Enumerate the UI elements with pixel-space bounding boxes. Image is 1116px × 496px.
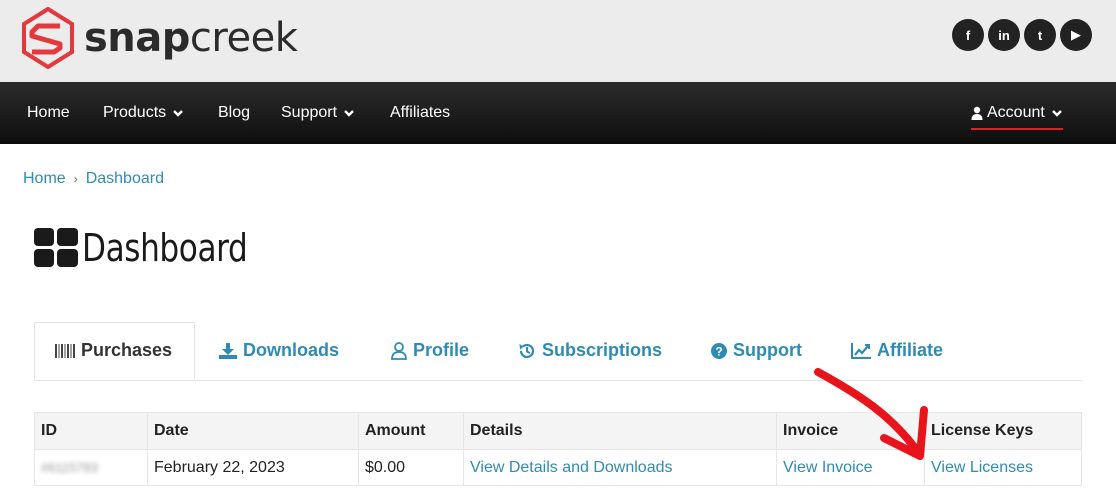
page-title-text: Dashboard <box>82 226 248 270</box>
site-header: snapcreek f in t ▶ <box>0 0 1116 82</box>
table-row: #6115783 February 22, 2023 $0.00 View De… <box>34 449 1082 486</box>
chevron-down-icon <box>173 110 183 117</box>
nav-support[interactable]: Support <box>281 82 355 144</box>
view-details-link[interactable]: View Details and Downloads <box>470 459 672 476</box>
snapcreek-logo[interactable]: snapcreek <box>20 6 298 70</box>
user-icon <box>971 106 983 120</box>
line-chart-icon <box>851 342 871 359</box>
tab-profile[interactable]: Profile <box>391 322 469 379</box>
breadcrumb-home[interactable]: Home <box>23 170 66 188</box>
tab-subscriptions[interactable]: Subscriptions <box>518 322 662 379</box>
twitter-icon[interactable]: t <box>1024 19 1056 51</box>
user-outline-icon <box>391 341 407 360</box>
column-header-invoice: Invoice <box>776 412 925 450</box>
barcode-icon <box>55 343 75 358</box>
column-header-details: Details <box>463 412 777 450</box>
nav-affiliates[interactable]: Affiliates <box>390 82 450 144</box>
breadcrumb-separator: › <box>73 172 78 186</box>
main-navigation: Home Products Blog Support Affiliates Ac… <box>0 82 1116 144</box>
social-links: f in t ▶ <box>952 19 1092 51</box>
column-header-id: ID <box>34 412 148 450</box>
question-circle-icon: ? <box>711 342 727 359</box>
view-licenses-link[interactable]: View Licenses <box>931 459 1033 476</box>
cell-details: View Details and Downloads <box>463 449 777 486</box>
view-invoice-link[interactable]: View Invoice <box>783 459 873 476</box>
nav-blog[interactable]: Blog <box>218 82 250 144</box>
download-icon <box>219 342 237 359</box>
column-header-license-keys: License Keys <box>924 412 1082 450</box>
logo-text: snapcreek <box>84 15 298 61</box>
table-header-row: ID Date Amount Details Invoice License K… <box>34 412 1082 450</box>
tab-purchases[interactable]: Purchases <box>34 322 196 379</box>
tab-support[interactable]: ? Support <box>711 322 802 379</box>
dashboard-grid-icon <box>34 228 78 267</box>
chevron-down-icon <box>1051 110 1062 117</box>
nav-products[interactable]: Products <box>103 82 184 144</box>
facebook-icon[interactable]: f <box>952 19 984 51</box>
purchases-table: ID Date Amount Details Invoice License K… <box>34 412 1082 486</box>
breadcrumb: Home › Dashboard <box>23 170 164 188</box>
tab-affiliate[interactable]: Affiliate <box>851 322 943 379</box>
tab-downloads[interactable]: Downloads <box>219 322 339 379</box>
youtube-icon[interactable]: ▶ <box>1060 19 1092 51</box>
page-title: Dashboard <box>34 226 284 270</box>
dashboard-tabs: Purchases Downloads Profile Subscription… <box>34 322 1082 381</box>
history-icon <box>518 342 536 360</box>
cell-invoice: View Invoice <box>776 449 925 486</box>
nav-account[interactable]: Account <box>971 98 1063 130</box>
chevron-down-icon <box>344 110 354 117</box>
purchase-id: #6115783 <box>41 459 98 475</box>
cell-license: View Licenses <box>924 449 1082 486</box>
nav-home[interactable]: Home <box>27 82 70 144</box>
breadcrumb-dashboard[interactable]: Dashboard <box>86 170 164 188</box>
svg-text:?: ? <box>715 344 722 358</box>
cell-date: February 22, 2023 <box>147 449 359 486</box>
column-header-date: Date <box>147 412 359 450</box>
column-header-amount: Amount <box>358 412 464 450</box>
logo-mark-icon <box>22 6 74 70</box>
cell-id: #6115783 <box>34 449 148 486</box>
linkedin-icon[interactable]: in <box>988 19 1020 51</box>
cell-amount: $0.00 <box>358 449 464 486</box>
